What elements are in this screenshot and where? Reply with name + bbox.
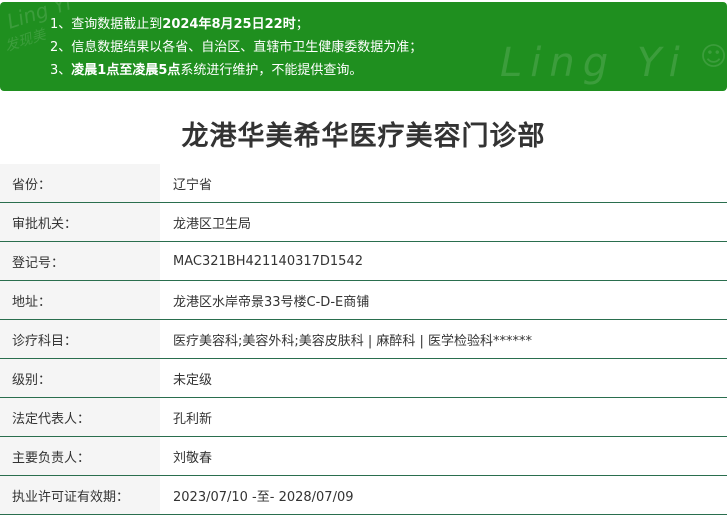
row-label: 执业许可证有效期：: [0, 476, 160, 514]
notice-item-text: 3、: [50, 63, 72, 78]
notice-item: 3、凌晨1点至凌晨5点系统进行维护，不能提供查询。: [50, 60, 422, 83]
row-value: 2023/07/10 -至- 2028/07/09: [173, 489, 354, 505]
table-row: 地址： 龙港区水岸帝景33号楼C-D-E商铺: [0, 281, 727, 320]
notice-item-text: 2、信息数据结果以各省、自治区、直辖市卫生健康委数据为准；: [50, 40, 423, 55]
table-row: 法定代表人： 孔利新: [0, 398, 727, 437]
watermark-large: Ling Yi: [500, 40, 688, 86]
notice-item: 1、查询数据截止到2024年8月25日22时；: [50, 14, 422, 37]
watermark-logo-icon: ☺: [700, 42, 727, 72]
notice-item-suffix: ；: [295, 17, 309, 32]
notice-item-bold: 凌晨1点至凌晨5点: [71, 63, 181, 78]
row-label: 登记号：: [0, 242, 160, 280]
notice-item: 2、信息数据结果以各省、自治区、直辖市卫生健康委数据为准；: [50, 37, 422, 60]
row-value: 孔利新: [173, 411, 213, 427]
row-label: 省份：: [0, 164, 160, 202]
row-value: 辽宁省: [173, 177, 213, 193]
row-label: 审批机关：: [0, 203, 160, 241]
notice-item-text: 1、查询数据截止到: [50, 17, 163, 32]
info-table: 省份： 辽宁省 审批机关： 龙港区卫生局 登记号： MAC321BH421140…: [0, 164, 727, 515]
notice-item-bold: 2024年8月25日22时: [162, 17, 296, 32]
notice-list: 1、查询数据截止到2024年8月25日22时； 2、信息数据结果以各省、自治区、…: [50, 14, 422, 83]
table-row: 审批机关： 龙港区卫生局: [0, 203, 727, 242]
watermark-sub: 发现美: [2, 26, 48, 56]
notice-item-suffix: 系统进行维护，不能提供查询。: [180, 63, 363, 78]
notice-banner: Ling Yi 发现美 Ling Yi ☺ 1、查询数据截止到2024年8月25…: [0, 2, 727, 91]
table-row: 登记号： MAC321BH421140317D1542: [0, 242, 727, 281]
table-row: 执业许可证有效期： 2023/07/10 -至- 2028/07/09: [0, 476, 727, 515]
table-row: 主要负责人： 刘敬春: [0, 437, 727, 476]
table-row: 省份： 辽宁省: [0, 164, 727, 203]
row-value: 龙港区卫生局: [173, 216, 252, 232]
row-value: 未定级: [173, 372, 213, 388]
table-row: 级别： 未定级: [0, 359, 727, 398]
row-label: 地址：: [0, 281, 160, 319]
page-title: 龙港华美希华医疗美容门诊部: [181, 121, 546, 152]
row-value: 龙港区水岸帝景33号楼C-D-E商铺: [173, 294, 370, 310]
row-value: MAC321BH421140317D1542: [173, 253, 363, 269]
row-label: 法定代表人：: [0, 398, 160, 436]
table-row: 诊疗科目： 医疗美容科;美容外科;美容皮肤科 | 麻醉科 | 医学检验科****…: [0, 320, 727, 359]
row-label: 诊疗科目：: [0, 320, 160, 358]
row-label: 级别：: [0, 359, 160, 397]
row-label: 主要负责人：: [0, 437, 160, 475]
row-value: 医疗美容科;美容外科;美容皮肤科 | 麻醉科 | 医学检验科******: [173, 333, 533, 349]
row-value: 刘敬春: [173, 450, 213, 466]
